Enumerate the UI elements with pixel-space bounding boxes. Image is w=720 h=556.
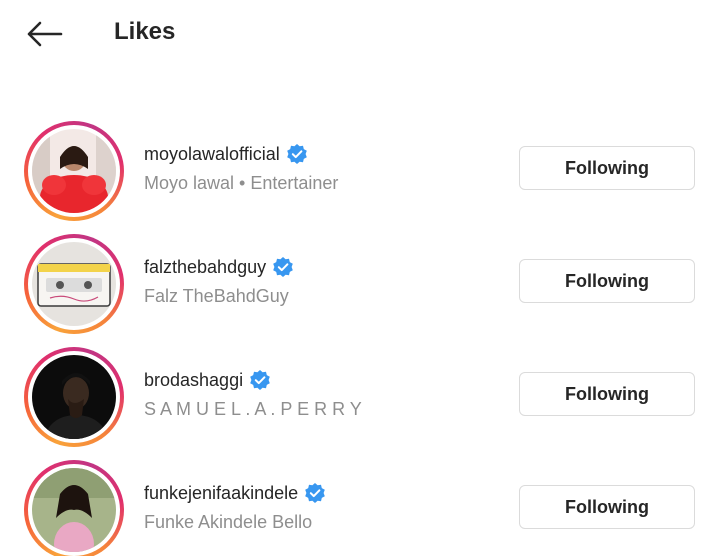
following-button[interactable]: Following xyxy=(519,372,695,416)
story-ring xyxy=(24,121,124,221)
verified-badge-icon xyxy=(272,256,294,278)
story-ring xyxy=(24,460,124,556)
list-item[interactable]: falzthebahdguy Falz TheBahdGuy Following xyxy=(0,228,720,340)
full-name: S A M U E L . A . P E R R Y xyxy=(144,399,362,419)
list-item[interactable]: moyolawalofficial Moyo lawal • Entertain… xyxy=(0,115,720,227)
avatar[interactable] xyxy=(32,355,116,439)
avatar[interactable] xyxy=(32,129,116,213)
username[interactable]: moyolawalofficial xyxy=(144,144,280,165)
following-button[interactable]: Following xyxy=(519,485,695,529)
avatar[interactable] xyxy=(32,242,116,326)
list-item[interactable]: brodashaggi S A M U E L . A . P E R R Y … xyxy=(0,341,720,453)
likes-list: moyolawalofficial Moyo lawal • Entertain… xyxy=(0,0,720,556)
following-button[interactable]: Following xyxy=(519,259,695,303)
list-item[interactable]: funkejenifaakindele Funke Akindele Bello… xyxy=(0,454,720,556)
story-ring xyxy=(24,347,124,447)
verified-badge-icon xyxy=(304,482,326,504)
avatar[interactable] xyxy=(32,468,116,552)
story-ring xyxy=(24,234,124,334)
page-title: Likes xyxy=(114,18,176,45)
back-button[interactable] xyxy=(22,14,66,54)
full-name: Funke Akindele Bello xyxy=(144,512,313,532)
following-button[interactable]: Following xyxy=(519,146,695,190)
back-arrow-icon xyxy=(27,21,63,47)
verified-badge-icon xyxy=(249,369,271,391)
full-name: Moyo lawal • Entertainer xyxy=(144,173,339,193)
username[interactable]: funkejenifaakindele xyxy=(144,483,298,504)
username[interactable]: brodashaggi xyxy=(144,370,243,391)
full-name: Falz TheBahdGuy xyxy=(144,286,289,306)
username[interactable]: falzthebahdguy xyxy=(144,257,266,278)
header-bar: Likes xyxy=(0,0,720,66)
verified-badge-icon xyxy=(286,143,308,165)
